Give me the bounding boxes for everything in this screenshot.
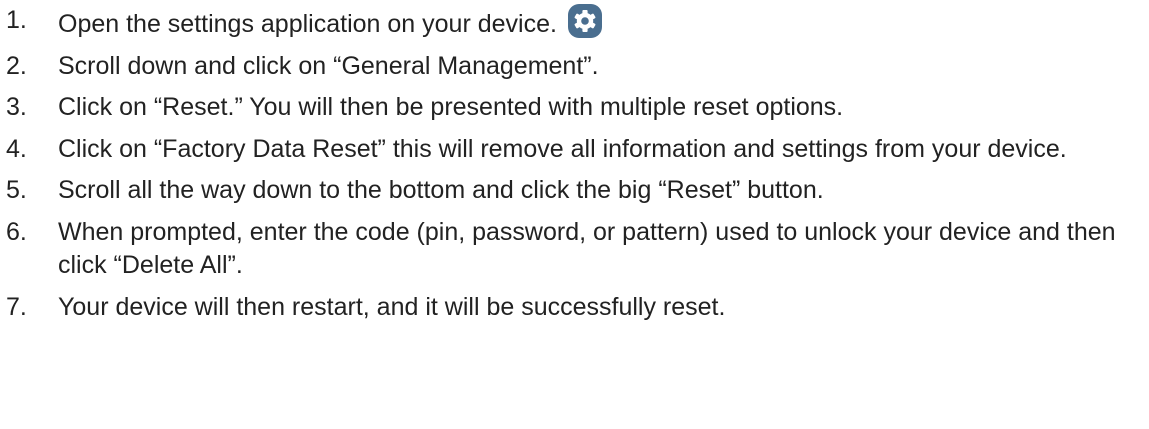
step-text: Click on “Reset.” You will then be prese… bbox=[58, 93, 844, 121]
step-number: 2. bbox=[6, 51, 27, 80]
step-number: 1. bbox=[6, 6, 27, 34]
gear-icon bbox=[567, 4, 602, 38]
step-text: Scroll down and click on “General Manage… bbox=[58, 51, 599, 80]
step-text: Click on “Factory Data Reset” this will … bbox=[58, 134, 1067, 163]
instructions-list: 1. Open the settings application on your… bbox=[0, 4, 1149, 332]
list-item-step-3: 3. Click on “Reset.” You will then be pr… bbox=[0, 91, 1149, 125]
list-item-step-5: 5. Scroll all the way down to the bottom… bbox=[0, 174, 1149, 208]
step-text: Your device will then restart, and it wi… bbox=[58, 292, 726, 321]
step-text: When prompted, enter the code (pin, pass… bbox=[58, 217, 1116, 280]
step-number: 4. bbox=[6, 134, 27, 163]
step-number: 5. bbox=[6, 176, 27, 204]
list-item-step-6: 6. When prompted, enter the code (pin, p… bbox=[0, 216, 1149, 283]
step-number: 7. bbox=[6, 292, 27, 321]
list-item-step-7: 7. Your device will then restart, and it… bbox=[0, 291, 1149, 325]
list-item-step-1: 1. Open the settings application on your… bbox=[0, 4, 1149, 42]
list-item-step-4: 4. Click on “Factory Data Reset” this wi… bbox=[0, 133, 1149, 167]
step-text: Open the settings application on your de… bbox=[58, 10, 557, 38]
list-item-step-2: 2. Scroll down and click on “General Man… bbox=[0, 50, 1149, 84]
step-number: 3. bbox=[6, 93, 27, 121]
step-number: 6. bbox=[6, 217, 27, 246]
step-text: Scroll all the way down to the bottom an… bbox=[58, 176, 824, 204]
